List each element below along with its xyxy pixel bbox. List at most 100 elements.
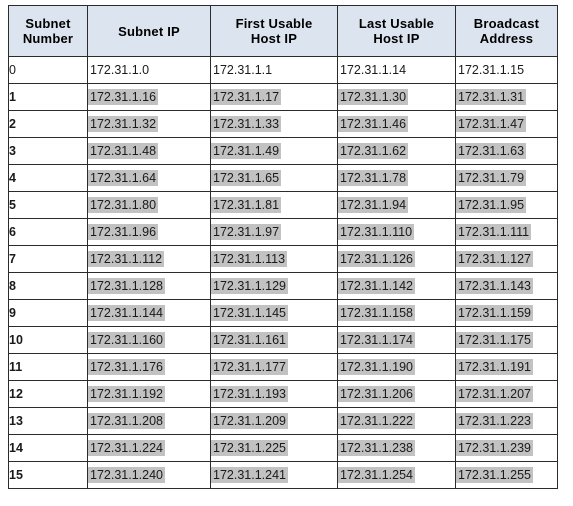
ip-value: 172.31.1.15: [458, 63, 525, 77]
cell-subnet-number: 7: [8, 245, 88, 273]
cell-subnet-ip: 172.31.1.48: [87, 137, 211, 165]
cell-subnet-number: 15: [8, 461, 88, 489]
ip-value: 172.31.1.46: [338, 116, 409, 132]
table-row: 12 172.31.1.192 172.31.1.193 172.31.1.206 17…: [8, 380, 558, 408]
ip-value: 172.31.1.63: [456, 143, 527, 159]
table-row: 7 172.31.1.112 172.31.1.113 172.31.1.126 172…: [8, 245, 558, 273]
ip-value: 172.31.1.208: [88, 413, 165, 429]
ip-value: 172.31.1.177: [211, 359, 288, 375]
cell-first-usable-host-ip: 172.31.1.225: [210, 434, 338, 462]
ip-value: 172.31.1.158: [338, 305, 415, 321]
cell-broadcast-address: 172.31.1.127: [455, 245, 558, 273]
ip-value: 172.31.1.223: [456, 413, 533, 429]
cell-subnet-ip: 172.31.1.192: [87, 380, 211, 408]
column-header-2: First Usable Host IP: [210, 5, 338, 57]
ip-value: 172.31.1.143: [456, 278, 533, 294]
cell-first-usable-host-ip: 172.31.1.65: [210, 164, 338, 192]
cell-first-usable-host-ip: 172.31.1.33: [210, 110, 338, 138]
cell-subnet-number: 3: [8, 137, 88, 165]
ip-value: 172.31.1.96: [88, 224, 159, 240]
cell-subnet-number: 12: [8, 380, 88, 408]
ip-value: 172.31.1.110: [338, 224, 415, 240]
ip-value: 172.31.1.225: [211, 440, 288, 456]
cell-first-usable-host-ip: 172.31.1.49: [210, 137, 338, 165]
column-header-0: Subnet Number: [8, 5, 88, 57]
cell-subnet-number: 5: [8, 191, 88, 219]
ip-value: 172.31.1.128: [88, 278, 165, 294]
ip-value: 172.31.1.209: [211, 413, 288, 429]
table-row: 4 172.31.1.64 172.31.1.65 172.31.1.78 172.31…: [8, 164, 558, 192]
cell-broadcast-address: 172.31.1.111: [455, 218, 558, 246]
cell-subnet-number: 2: [8, 110, 88, 138]
cell-first-usable-host-ip: 172.31.1.161: [210, 326, 338, 354]
ip-value: 172.31.1.222: [338, 413, 415, 429]
cell-broadcast-address: 172.31.1.223: [455, 407, 558, 435]
ip-value: 172.31.1.30: [338, 89, 409, 105]
table-row: 15 172.31.1.240 172.31.1.241 172.31.1.254 17…: [8, 461, 558, 489]
cell-last-usable-host-ip: 172.31.1.94: [337, 191, 456, 219]
ip-value: 172.31.1.79: [456, 170, 527, 186]
cell-subnet-ip: 172.31.1.208: [87, 407, 211, 435]
ip-value: 172.31.1.161: [211, 332, 288, 348]
cell-subnet-number: 11: [8, 353, 88, 381]
cell-first-usable-host-ip: 172.31.1.145: [210, 299, 338, 327]
cell-subnet-ip: 172.31.1.32: [87, 110, 211, 138]
ip-value: 172.31.1.62: [338, 143, 409, 159]
cell-subnet-number: 0: [8, 56, 88, 84]
table-row: 14 172.31.1.224 172.31.1.225 172.31.1.238 17…: [8, 434, 558, 462]
table-row: 1 172.31.1.16 172.31.1.17 172.31.1.30 172.31…: [8, 83, 558, 111]
cell-subnet-number: 13: [8, 407, 88, 435]
subnet-allocation-table: Subnet Number Subnet IP First Usable Host IP…: [8, 5, 558, 489]
ip-value: 172.31.1.94: [338, 197, 409, 213]
cell-first-usable-host-ip: 172.31.1.113: [210, 245, 338, 273]
ip-value: 172.31.1.48: [88, 143, 159, 159]
ip-value: 172.31.1.127: [456, 251, 533, 267]
ip-value: 172.31.1.207: [456, 386, 533, 402]
cell-subnet-ip: 172.31.1.96: [87, 218, 211, 246]
table-body: 0 172.31.1.0 172.31.1.1 172.31.1.14 172.31.1…: [8, 56, 558, 489]
ip-value: 172.31.1.111: [456, 224, 532, 240]
cell-broadcast-address: 172.31.1.79: [455, 164, 558, 192]
ip-value: 172.31.1.255: [456, 467, 533, 483]
cell-first-usable-host-ip: 172.31.1.193: [210, 380, 338, 408]
cell-last-usable-host-ip: 172.31.1.206: [337, 380, 456, 408]
cell-broadcast-address: 172.31.1.159: [455, 299, 558, 327]
cell-first-usable-host-ip: 172.31.1.241: [210, 461, 338, 489]
ip-value: 172.31.1.65: [211, 170, 282, 186]
cell-broadcast-address: 172.31.1.47: [455, 110, 558, 138]
cell-first-usable-host-ip: 172.31.1.1: [210, 56, 338, 84]
ip-value: 172.31.1.239: [456, 440, 533, 456]
ip-value: 172.31.1.160: [88, 332, 165, 348]
ip-value: 172.31.1.193: [211, 386, 288, 402]
column-header-line2: Number: [22, 31, 74, 46]
column-header-line1: Subnet: [25, 16, 71, 31]
cell-subnet-ip: 172.31.1.64: [87, 164, 211, 192]
ip-value: 172.31.1.238: [338, 440, 415, 456]
cell-broadcast-address: 172.31.1.63: [455, 137, 558, 165]
table-header-row: Subnet Number Subnet IP First Usable Host IP…: [8, 5, 558, 57]
cell-subnet-number: 6: [8, 218, 88, 246]
ip-value: 172.31.1.64: [88, 170, 159, 186]
cell-subnet-ip: 172.31.1.112: [87, 245, 211, 273]
table-row: 9 172.31.1.144 172.31.1.145 172.31.1.158 172…: [8, 299, 558, 327]
subnet-table-container: Subnet Number Subnet IP First Usable Host IP…: [8, 5, 558, 489]
ip-value: 172.31.1.159: [456, 305, 533, 321]
column-header-1: Subnet IP: [87, 5, 211, 57]
cell-last-usable-host-ip: 172.31.1.62: [337, 137, 456, 165]
ip-value: 172.31.1.113: [211, 251, 288, 267]
ip-value: 172.31.1.17: [211, 89, 282, 105]
column-header-line2: Host IP: [373, 31, 420, 46]
ip-value: 172.31.1.175: [456, 332, 533, 348]
ip-value: 172.31.1.0: [90, 63, 150, 77]
cell-subnet-number: 14: [8, 434, 88, 462]
cell-broadcast-address: 172.31.1.175: [455, 326, 558, 354]
cell-last-usable-host-ip: 172.31.1.142: [337, 272, 456, 300]
cell-broadcast-address: 172.31.1.207: [455, 380, 558, 408]
ip-value: 172.31.1.142: [338, 278, 415, 294]
ip-value: 172.31.1.191: [456, 359, 533, 375]
cell-last-usable-host-ip: 172.31.1.238: [337, 434, 456, 462]
column-header-line1: Last Usable: [358, 16, 435, 31]
ip-value: 172.31.1.16: [88, 89, 159, 105]
cell-last-usable-host-ip: 172.31.1.222: [337, 407, 456, 435]
cell-subnet-ip: 172.31.1.176: [87, 353, 211, 381]
